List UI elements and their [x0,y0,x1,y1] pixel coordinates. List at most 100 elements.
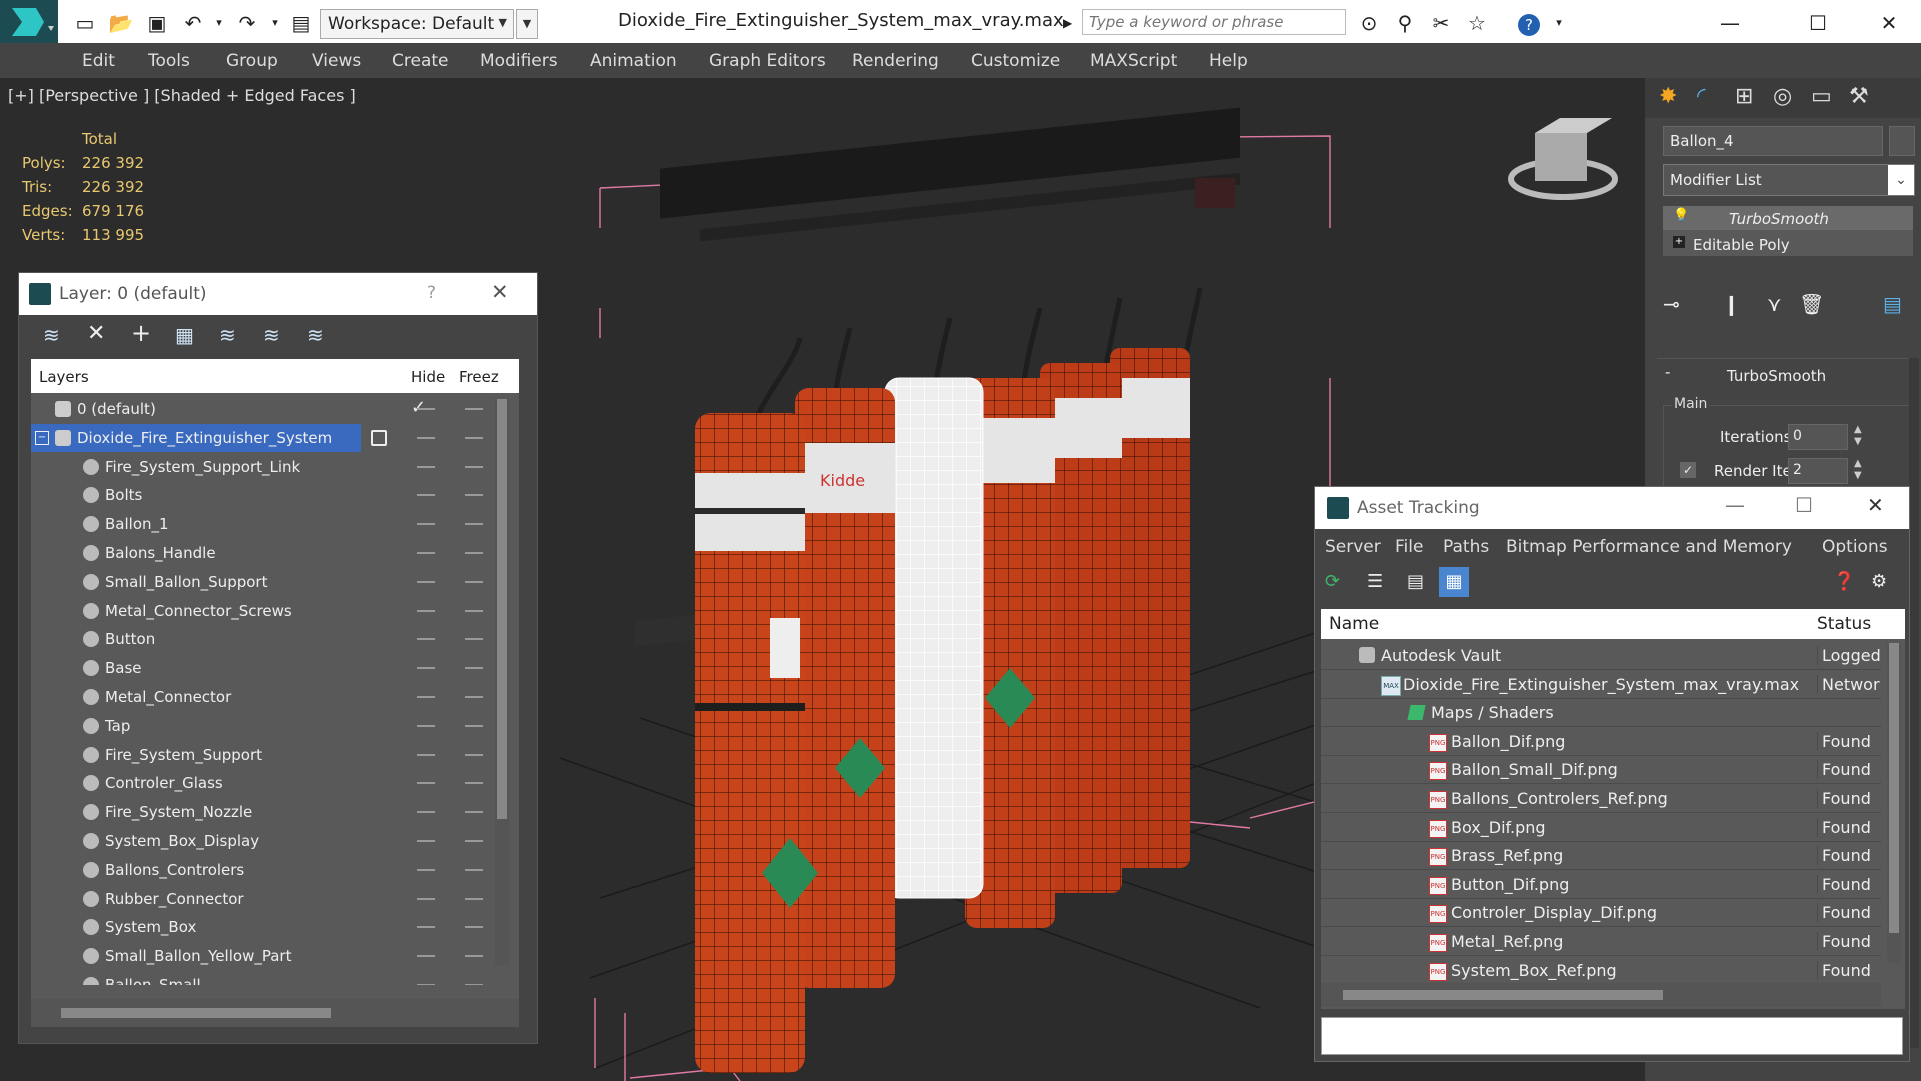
layer-row[interactable]: Small_Ballon_Yellow_Part [31,942,491,970]
layer-row[interactable]: Fire_System_Nozzle [31,798,491,826]
layer-row[interactable]: Balons_Handle [31,539,491,567]
layer-row[interactable]: Small_Ballon_Support [31,568,491,596]
hide-toggle[interactable] [417,724,435,727]
hide-toggle[interactable] [417,667,435,670]
show-end-result-icon[interactable]: ❙ [1723,292,1740,316]
sign-in-icon[interactable]: ✂ [1428,10,1454,36]
freeze-toggle[interactable] [465,638,483,641]
asset-row[interactable]: MAX Dioxide_Fire_Extinguisher_System_max_… [1321,670,1881,699]
layer-row[interactable]: Metal_Connector_Screws [31,597,491,625]
hide-toggle[interactable] [417,609,435,612]
add-to-layer-icon[interactable]: ▦ [175,323,194,347]
asset-row[interactable]: Autodesk Vault Logged [1321,641,1881,670]
hide-toggle[interactable] [417,523,435,526]
menu-maxscript[interactable]: MAXScript [1090,51,1177,71]
highlight-layer-icon[interactable]: ≋ [263,323,280,347]
hide-toggle[interactable] [417,436,435,439]
freeze-toggle[interactable] [465,696,483,698]
iterations-spinner[interactable]: 0 [1788,424,1848,450]
rollout-collapse-icon[interactable]: - [1665,363,1670,381]
modifier-stack-item-turbosmooth[interactable]: 💡 TurboSmooth [1663,206,1913,230]
make-unique-icon[interactable]: ⋎ [1767,292,1782,316]
project-folder-icon[interactable]: ▤ [288,10,314,36]
asset-row[interactable]: PNG Ballons_Controlers_Ref.png Found [1321,784,1881,813]
layer-row[interactable]: Ballons_Controlers [31,856,491,884]
hide-toggle[interactable] [417,840,435,842]
asset-path-field[interactable] [1321,1017,1903,1055]
render-iters-spinner[interactable]: 2 [1788,458,1848,484]
command-panel-scrollbar[interactable] [1909,358,1919,1048]
hide-toggle[interactable] [417,811,435,814]
favorites-star-icon[interactable]: ☆ [1464,10,1490,36]
iterations-spinner-arrows-icon[interactable]: ▲ ▼ [1854,424,1862,448]
asset-menu-file[interactable]: File [1395,537,1423,557]
table-view-icon[interactable]: ▦ [1439,567,1469,597]
object-name-field[interactable]: Ballon_4 [1663,126,1883,156]
hide-all-layers-icon[interactable]: ≋ [307,323,324,347]
layer-vertical-scrollbar[interactable] [495,399,509,965]
layer-row[interactable]: System_Box_Display [31,827,491,855]
hide-toggle[interactable] [417,580,435,583]
freeze-toggle[interactable] [465,984,483,985]
hide-toggle[interactable] [417,753,435,756]
asset-help-icon[interactable]: ❓ [1833,571,1855,592]
freeze-toggle[interactable] [465,782,483,785]
hide-toggle[interactable] [417,465,435,468]
binoculars-icon[interactable]: ⊙ [1356,10,1382,36]
lightbulb-icon[interactable]: 💡 [1673,208,1689,223]
minimize-icon[interactable]: — [1717,10,1743,36]
new-file-icon[interactable]: ▭ [72,10,98,36]
layer-horizontal-scrollbar[interactable] [31,999,519,1027]
column-name[interactable]: Name [1329,614,1379,634]
asset-row[interactable]: PNG Brass_Ref.png Found [1321,841,1881,871]
rollout-title[interactable]: TurboSmooth [1727,367,1826,385]
asset-horizontal-scrollbar[interactable] [1321,983,1881,1007]
maximize-icon[interactable]: ☐ [1805,10,1831,36]
search-expand-icon[interactable]: ▶ [1063,10,1079,36]
modifier-list-dropdown[interactable]: Modifier List ⌄ [1663,164,1915,196]
hide-toggle[interactable] [417,984,435,985]
delete-layer-icon[interactable]: ✕ [87,321,105,346]
layer-row[interactable]: Tap [31,712,491,740]
layer-row[interactable]: Base [31,654,491,682]
layer-panel-close-icon[interactable]: ✕ [491,280,509,304]
expand-plus-icon[interactable]: + [1673,236,1685,248]
menu-group[interactable]: Group [226,51,278,71]
asset-row[interactable]: PNG Controler_Display_Dif.png Found [1321,898,1881,928]
hide-toggle[interactable] [417,408,435,410]
render-iters-spinner-arrows-icon[interactable]: ▲ ▼ [1854,458,1862,482]
asset-close-icon[interactable]: ✕ [1867,493,1884,517]
asset-settings-icon[interactable]: ⚙ [1871,571,1887,592]
asset-menu-paths[interactable]: Paths [1443,537,1489,557]
freeze-toggle[interactable] [465,811,483,814]
freeze-toggle[interactable] [465,436,483,439]
freeze-toggle[interactable] [465,926,483,929]
hide-toggle[interactable] [417,782,435,785]
menu-create[interactable]: Create [392,51,449,71]
pin-stack-icon[interactable]: ⊸ [1663,292,1680,316]
layer-row[interactable]: − Dioxide_Fire_Extinguisher_System [31,423,483,452]
freeze-toggle[interactable] [465,408,483,410]
thumbnail-view-icon[interactable]: ▤ [1407,571,1424,592]
create-tab-icon[interactable]: ✸ [1659,84,1677,109]
asset-row[interactable]: PNG Metal_Ref.png Found [1321,927,1881,956]
freeze-toggle[interactable] [465,523,483,526]
redo-dropdown-icon[interactable]: ▾ [262,10,288,36]
layer-row[interactable]: 0 (default)✓ [31,395,491,423]
modifier-stack-item-editable-poly[interactable]: + Editable Poly [1663,232,1913,256]
layer-scroll-thumb[interactable] [497,399,507,819]
refresh-icon[interactable]: ⟳ [1325,571,1340,592]
column-layers[interactable]: Layers [39,368,89,386]
freeze-toggle[interactable] [465,840,483,842]
menu-views[interactable]: Views [312,51,361,71]
collapse-minus-icon[interactable]: − [35,430,49,445]
menu-edit[interactable]: Edit [82,51,115,71]
asset-maximize-icon[interactable]: ☐ [1795,493,1813,517]
layer-row[interactable]: Controler_Glass [31,769,491,797]
menu-animation[interactable]: Animation [590,51,677,71]
search-input[interactable] [1082,9,1346,35]
layer-hscroll-thumb[interactable] [61,1008,331,1018]
hide-toggle[interactable] [417,494,435,497]
layer-row[interactable]: Ballon_1 [31,510,491,538]
layer-panel-help[interactable]: ? [427,283,436,303]
